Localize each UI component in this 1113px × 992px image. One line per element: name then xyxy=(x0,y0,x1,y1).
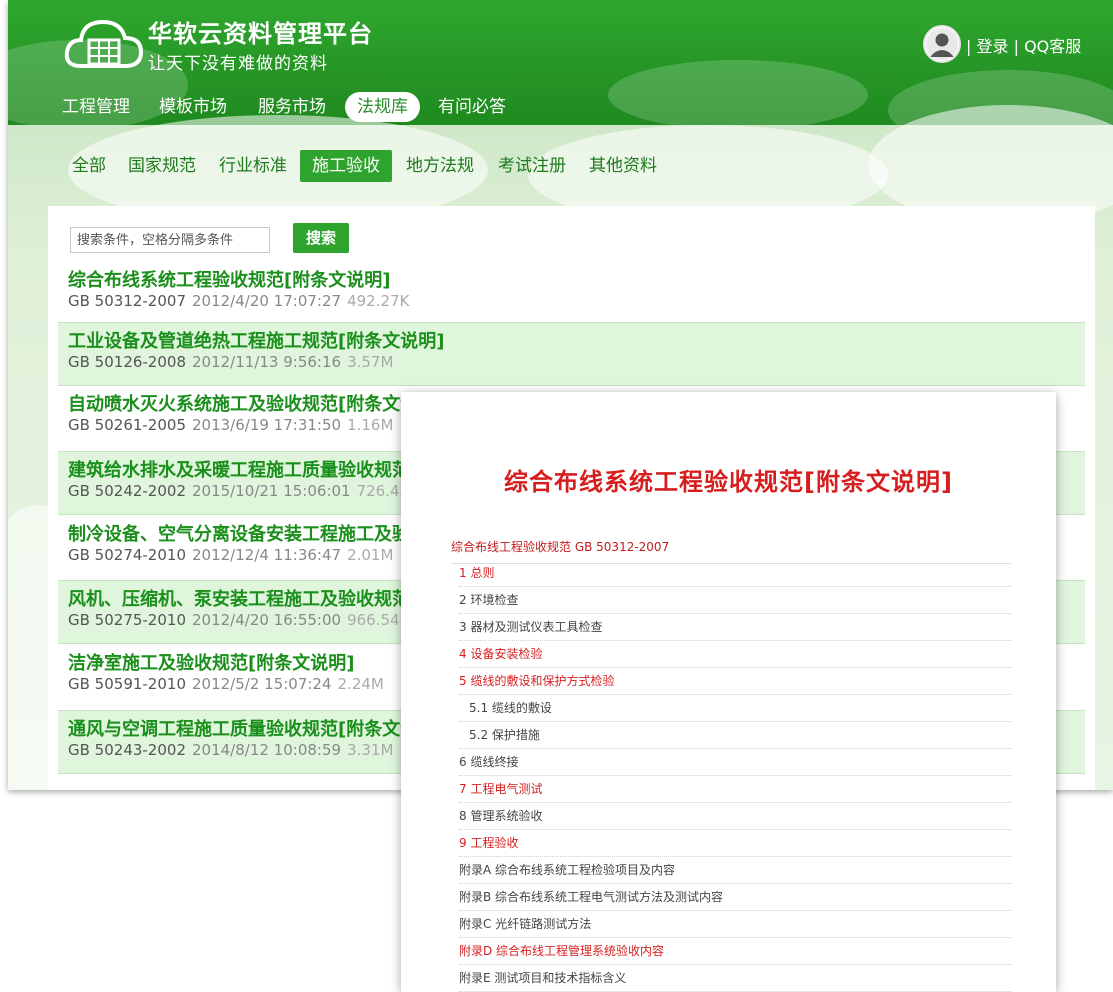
list-item-title[interactable]: 洁净室施工及验收规范[附条文说明] xyxy=(68,649,354,675)
user-icon xyxy=(926,28,958,60)
sub-nav-item-local[interactable]: 地方法规 xyxy=(406,150,474,182)
list-item-code: GB 50312-2007 xyxy=(68,292,186,310)
list-item-date: 2013/6/19 17:31:50 xyxy=(192,416,342,434)
list-item-meta: GB 50261-2005 2013/6/19 17:31:50 1.16M xyxy=(68,416,393,434)
toc-item[interactable]: 5 缆线的敷设和保护方式检验 xyxy=(459,668,1011,695)
list-item-code: GB 50591-2010 xyxy=(68,675,186,693)
toc-item[interactable]: 8 管理系统验收 xyxy=(459,803,1011,830)
list-item-meta: GB 50274-2010 2012/12/4 11:36:47 2.01M xyxy=(68,546,393,564)
sub-nav-item-national[interactable]: 国家规范 xyxy=(128,150,196,182)
sub-nav-item-industry[interactable]: 行业标准 xyxy=(219,150,287,182)
search-button[interactable]: 搜索 xyxy=(293,223,349,253)
list-item-code: GB 50243-2002 xyxy=(68,741,186,759)
list-item-meta: GB 50126-2008 2012/11/13 9:56:16 3.57M xyxy=(68,353,393,371)
sub-nav-item-all[interactable]: 全部 xyxy=(72,150,106,182)
toc-item[interactable]: 附录A 综合布线系统工程检验项目及内容 xyxy=(459,857,1011,884)
main-nav-item-engineering[interactable]: 工程管理 xyxy=(62,92,130,122)
header: 华软云资料管理平台 让天下没有难做的资料 | 登录 | QQ客服 工程管理 模板… xyxy=(8,0,1113,150)
toc-item[interactable]: 1 总则 xyxy=(459,560,1011,587)
list-item[interactable]: 综合布线系统工程验收规范[附条文说明] GB 50312-2007 2012/4/… xyxy=(58,262,1085,324)
list-item-code: GB 50274-2010 xyxy=(68,546,186,564)
list-item-date: 2012/11/13 9:56:16 xyxy=(192,353,342,371)
list-item-title[interactable]: 建筑给水排水及采暖工程施工质量验收规范 xyxy=(68,456,410,482)
document-preview: 综合布线系统工程验收规范[附条文说明] 综合布线工程验收规范 GB 50312-… xyxy=(401,392,1056,992)
sub-nav-item-other[interactable]: 其他资料 xyxy=(589,150,657,182)
toc-item[interactable]: 6 缆线终接 xyxy=(459,749,1011,776)
main-nav-item-regulations[interactable]: 法规库 xyxy=(345,92,420,122)
cloud-logo-icon[interactable] xyxy=(63,16,143,72)
toc-item[interactable]: 附录D 综合布线工程管理系统验收内容 xyxy=(459,938,1011,965)
list-item-code: GB 50126-2008 xyxy=(68,353,186,371)
list-item-size: 3.57M xyxy=(347,353,394,371)
list-item-title[interactable]: 风机、压缩机、泵安装工程施工及验收规范 xyxy=(68,585,410,611)
list-item-date: 2015/10/21 15:06:01 xyxy=(192,482,351,500)
list-item-title[interactable]: 工业设备及管道绝热工程施工规范[附条文说明] xyxy=(68,327,444,353)
list-item-code: GB 50261-2005 xyxy=(68,416,186,434)
site-subtitle: 让天下没有难做的资料 xyxy=(148,54,328,74)
toc-item[interactable]: 4 设备安装检验 xyxy=(459,641,1011,668)
list-item-meta: GB 50312-2007 2012/4/20 17:07:27 492.27K xyxy=(68,292,409,310)
list-item-title[interactable]: 通风与空调工程施工质量验收规范[附条文说 xyxy=(68,715,418,741)
toc-item[interactable]: 附录B 综合布线系统工程电气测试方法及测试内容 xyxy=(459,884,1011,911)
list-item-size: 1.16M xyxy=(347,416,394,434)
list-item-meta: GB 50243-2002 2014/8/12 10:08:59 3.31M xyxy=(68,741,393,759)
list-item-title[interactable]: 综合布线系统工程验收规范[附条文说明] xyxy=(68,266,390,292)
main-nav-item-qa[interactable]: 有问必答 xyxy=(438,92,506,122)
list-item-size: 3.31M xyxy=(347,741,394,759)
list-item-size: 2.24M xyxy=(337,675,384,693)
toc-item[interactable]: 5.2 保护措施 xyxy=(459,722,1011,749)
toc-item[interactable]: 3 器材及测试仪表工具检查 xyxy=(459,614,1011,641)
sub-nav: 全部 国家规范 行业标准 施工验收 地方法规 考试注册 其他资料 xyxy=(8,146,1113,186)
sub-nav-item-construction[interactable]: 施工验收 xyxy=(300,150,392,182)
list-item-code: GB 50275-2010 xyxy=(68,611,186,629)
site-title: 华软云资料管理平台 xyxy=(148,20,373,48)
toc-item[interactable]: 2 环境检查 xyxy=(459,587,1011,614)
search-input[interactable] xyxy=(70,227,270,253)
document-title: 综合布线系统工程验收规范[附条文说明] xyxy=(504,468,953,496)
list-item-meta: GB 50242-2002 2015/10/21 15:06:01 726.42K xyxy=(68,482,419,500)
list-item-date: 2012/4/20 16:55:00 xyxy=(192,611,342,629)
list-item-size: 2.01M xyxy=(347,546,394,564)
list-item-code: GB 50242-2002 xyxy=(68,482,186,500)
list-item-date: 2012/4/20 17:07:27 xyxy=(192,292,342,310)
list-item-meta: GB 50591-2010 2012/5/2 15:07:24 2.24M xyxy=(68,675,384,693)
list-item[interactable]: 工业设备及管道绝热工程施工规范[附条文说明] GB 50126-2008 2012… xyxy=(58,322,1085,386)
avatar[interactable] xyxy=(923,25,961,63)
login-link[interactable]: | 登录 | xyxy=(966,37,1019,56)
header-links: | 登录 | QQ客服 xyxy=(966,33,1081,57)
qq-service-link[interactable]: QQ客服 xyxy=(1024,37,1081,56)
table-of-contents: 1 总则 2 环境检查 3 器材及测试仪表工具检查 4 设备安装检验 5 缆线的敷设和保… xyxy=(459,560,1011,992)
toc-item[interactable]: 附录E 测试项目和技术指标含义 xyxy=(459,965,1011,992)
toc-item[interactable]: 5.1 缆线的敷设 xyxy=(459,695,1011,722)
list-item-title[interactable]: 制冷设备、空气分离设备安装工程施工及验 xyxy=(68,520,410,546)
list-item-date: 2012/12/4 11:36:47 xyxy=(192,546,342,564)
toc-item[interactable]: 附录C 光纤链路测试方法 xyxy=(459,911,1011,938)
list-item-title[interactable]: 自动喷水灭火系统施工及验收规范[附条文说 xyxy=(68,390,418,416)
list-item-date: 2012/5/2 15:07:24 xyxy=(192,675,332,693)
toc-item[interactable]: 9 工程验收 xyxy=(459,830,1011,857)
toc-item[interactable]: 7 工程电气测试 xyxy=(459,776,1011,803)
list-item-date: 2014/8/12 10:08:59 xyxy=(192,741,342,759)
sub-nav-item-exam[interactable]: 考试注册 xyxy=(498,150,566,182)
list-item-size: 492.27K xyxy=(347,292,410,310)
list-item-meta: GB 50275-2010 2012/4/20 16:55:00 966.54K xyxy=(68,611,409,629)
